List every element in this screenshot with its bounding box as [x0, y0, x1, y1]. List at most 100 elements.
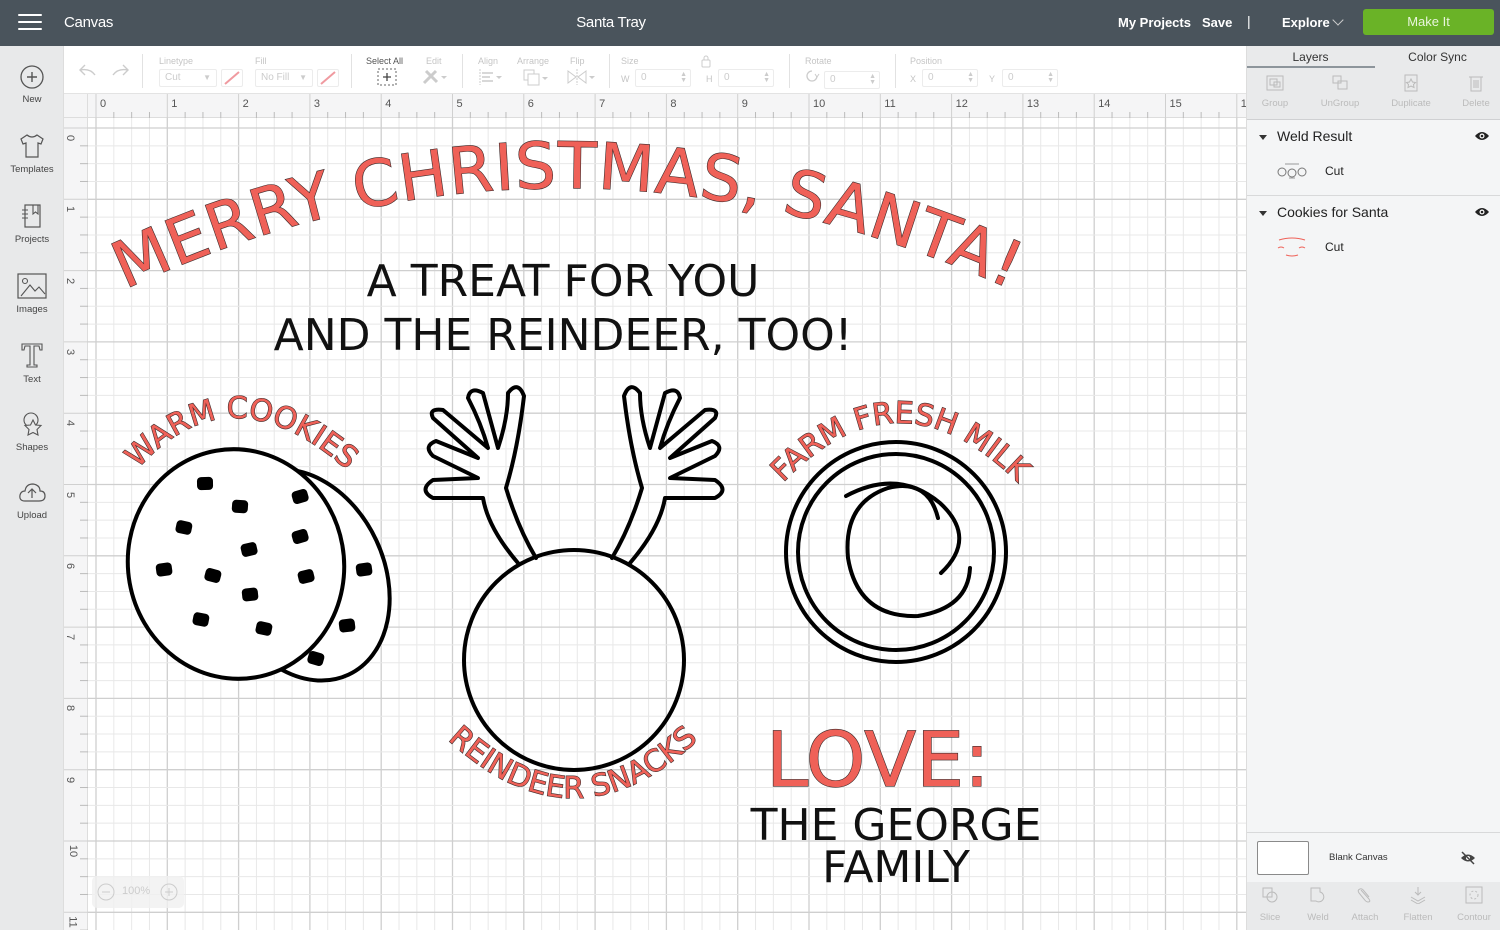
eye-hidden-icon[interactable]	[1460, 851, 1476, 865]
eye-icon[interactable]	[1474, 130, 1490, 142]
layer-group-weld-result[interactable]: Weld Result Cut	[1247, 120, 1500, 196]
redo-icon[interactable]	[110, 62, 130, 78]
edit-tools-icon[interactable]	[422, 68, 448, 86]
sidebar-label: Text	[23, 374, 41, 385]
x-input[interactable]: 0 ▲ ▼	[922, 69, 978, 87]
ruler-label: 10	[813, 98, 826, 110]
ruler-label: 3	[64, 348, 77, 355]
slice-label: Slice	[1259, 912, 1281, 923]
reindeer-graphic[interactable]	[423, 385, 725, 772]
explore-menu[interactable]: Explore	[1282, 15, 1330, 30]
layer-group-cookies-for-santa[interactable]: Cookies for Santa Cut	[1247, 196, 1500, 272]
tab-color-sync[interactable]: Color Sync	[1374, 50, 1500, 64]
chocolate-chip	[155, 562, 173, 577]
sidebar-label: New	[22, 94, 42, 105]
cookies-graphic[interactable]	[110, 432, 423, 709]
ruler-label: 4	[385, 98, 392, 110]
linetype-select[interactable]: Cut ▼	[159, 69, 217, 87]
love-text[interactable]: LOVE:	[765, 714, 990, 804]
milk-graphic[interactable]	[784, 440, 1008, 664]
height-value: 0	[724, 72, 730, 83]
flatten-button[interactable]: Flatten	[1400, 886, 1436, 923]
contour-button[interactable]: Contour	[1453, 886, 1495, 923]
edit-label: Edit	[426, 56, 442, 66]
design-canvas[interactable]: MERRY CHRISTMAS, SANTA! A TREAT FOR YOU …	[88, 118, 1246, 930]
sidebar-label: Shapes	[15, 442, 49, 453]
height-input[interactable]: 0 ▲ ▼	[718, 69, 774, 87]
fill-select[interactable]: No Fill ▼	[255, 69, 313, 87]
sidebar-item-templates[interactable]: Templates	[0, 132, 64, 175]
save-button[interactable]: Save	[1202, 15, 1232, 30]
layer-item-cut[interactable]: Cut	[1325, 164, 1344, 178]
sidebar-item-text[interactable]: Text	[0, 340, 64, 385]
sidebar-item-projects[interactable]: Projects	[0, 202, 64, 245]
linetype-value: Cut	[165, 72, 181, 83]
contour-label: Contour	[1457, 912, 1491, 923]
ruler-ticks	[95, 94, 1238, 118]
reindeer-label[interactable]: REINDEER SNACKS	[442, 719, 705, 807]
dropdown-caret-icon: ▼	[299, 73, 307, 82]
fill-color-swatch[interactable]	[317, 69, 339, 87]
my-projects-link[interactable]: My Projects	[1118, 15, 1191, 30]
flip-icon[interactable]	[566, 68, 596, 86]
blank-canvas-swatch[interactable]	[1257, 841, 1309, 875]
width-label: W	[621, 74, 630, 84]
eye-icon[interactable]	[1474, 206, 1490, 218]
layer-actions: Group UnGroup Duplicate Delete	[1247, 68, 1500, 120]
arrange-icon[interactable]	[522, 68, 550, 88]
layer-item-cut[interactable]: Cut	[1325, 240, 1344, 254]
sidebar-item-images[interactable]: Images	[0, 272, 64, 315]
ruler-label: 11	[884, 98, 896, 110]
slice-button[interactable]: Slice	[1255, 886, 1285, 923]
duplicate-button[interactable]: Duplicate	[1389, 74, 1433, 109]
chocolate-chip	[241, 587, 259, 602]
delete-button[interactable]: Delete	[1459, 74, 1493, 109]
sidebar-label: Templates	[10, 164, 54, 175]
sidebar-label: Images	[16, 304, 48, 315]
attach-label: Attach	[1351, 912, 1379, 923]
width-input[interactable]: 0 ▲ ▼	[635, 69, 691, 87]
caret-down-icon[interactable]	[1259, 210, 1267, 216]
weld-button[interactable]: Weld	[1303, 886, 1333, 923]
subline-1-text[interactable]: A TREAT FOR YOU	[367, 256, 760, 307]
caret-down-icon[interactable]	[1259, 134, 1267, 140]
ruler-label: 2	[242, 98, 249, 110]
select-all-icon[interactable]	[377, 68, 397, 86]
layers-panel: Layers Color Sync Group UnGroup Duplicat…	[1246, 46, 1500, 930]
rotate-label: Rotate	[805, 56, 832, 66]
sidebar-item-shapes[interactable]: Shapes	[0, 410, 64, 453]
group-button[interactable]: Group	[1259, 74, 1291, 109]
rotate-input[interactable]: 0 ▲ ▼	[824, 71, 880, 89]
sidebar-item-new[interactable]: New	[0, 64, 64, 105]
sidebar-label: Projects	[14, 234, 50, 245]
align-icon[interactable]	[478, 68, 504, 86]
ruler-label: 3	[313, 98, 321, 110]
undo-icon[interactable]	[78, 62, 98, 78]
zoom-in-icon[interactable]	[160, 883, 178, 901]
chevron-down-icon[interactable]	[1332, 14, 1344, 26]
ruler-label: 10	[67, 844, 80, 858]
y-input[interactable]: 0 ▲ ▼	[1002, 69, 1058, 87]
sidebar-item-upload[interactable]: Upload	[0, 480, 64, 521]
select-all-label: Select All	[366, 56, 404, 66]
ruler-label: 0	[64, 134, 77, 142]
linetype-label: Linetype	[159, 56, 194, 66]
tab-layers[interactable]: Layers	[1247, 50, 1374, 64]
attach-button[interactable]: Attach	[1348, 886, 1382, 923]
design-artwork[interactable]: MERRY CHRISTMAS, SANTA! A TREAT FOR YOU …	[88, 118, 1246, 930]
ruler-label: 14	[1098, 98, 1111, 110]
ruler-corner	[64, 94, 88, 118]
zoom-level: 100%	[122, 885, 151, 897]
make-it-button[interactable]: Make It	[1363, 9, 1494, 35]
zoom-out-icon[interactable]	[97, 883, 115, 901]
lock-icon[interactable]	[700, 54, 712, 68]
signature-line-2[interactable]: FAMILY	[822, 842, 970, 893]
blank-canvas-row[interactable]: Blank Canvas	[1247, 832, 1500, 882]
height-label: H	[706, 74, 713, 84]
subline-2-text[interactable]: AND THE REINDEER, TOO!	[274, 310, 853, 361]
layer-name: Weld Result	[1277, 128, 1353, 144]
ungroup-button[interactable]: UnGroup	[1319, 74, 1361, 109]
linetype-color-swatch[interactable]	[221, 69, 243, 87]
chocolate-chip	[355, 562, 373, 577]
fill-label: Fill	[255, 56, 267, 66]
